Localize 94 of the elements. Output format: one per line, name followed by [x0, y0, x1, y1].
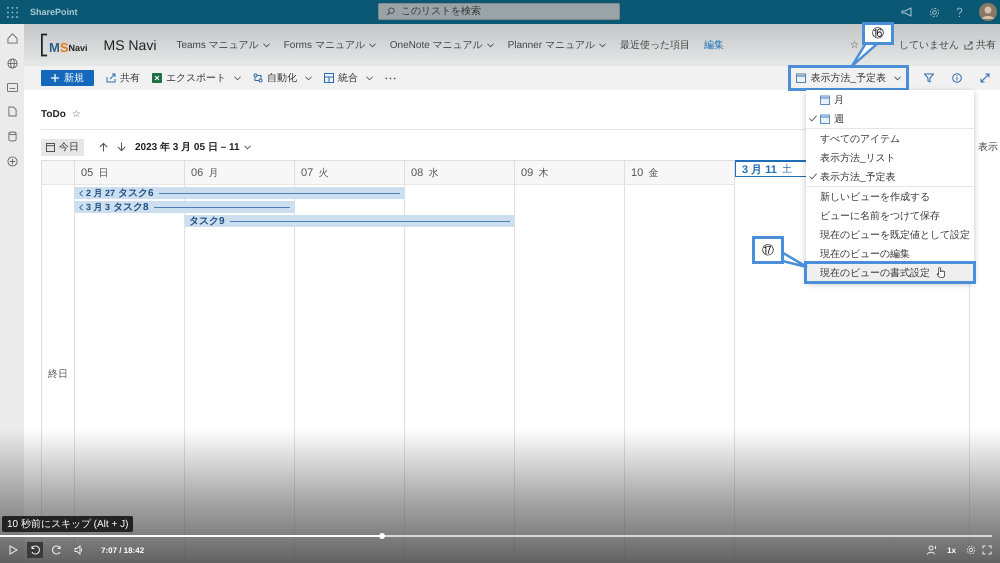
- site-logo[interactable]: MSNavi: [41, 33, 88, 57]
- settings-icon[interactable]: [929, 6, 940, 18]
- command-button[interactable]: エクスポート: [152, 71, 241, 85]
- nav-menu[interactable]: Forms マニュアル: [284, 38, 376, 52]
- expand-icon[interactable]: [980, 73, 990, 83]
- menu-item[interactable]: 現在のビューの書式設定: [806, 263, 974, 282]
- app-name[interactable]: SharePoint: [30, 7, 78, 17]
- menu-item[interactable]: 現在のビューの編集: [806, 244, 974, 263]
- day-header: 08 水: [405, 160, 515, 185]
- plus-icon: [51, 74, 59, 82]
- menu-item[interactable]: 新しいビューを作成する: [806, 187, 974, 206]
- nav-menu[interactable]: OneNote マニュアル: [390, 38, 494, 52]
- day-header: 07 火: [295, 160, 405, 185]
- calendar-icon: [820, 94, 830, 104]
- check-icon: [809, 115, 817, 122]
- caret-icon: [305, 76, 312, 80]
- favorite-star[interactable]: ☆: [72, 109, 81, 120]
- caret-icon: [368, 42, 376, 48]
- day-header: 06 月: [185, 160, 295, 185]
- check-icon: [809, 173, 817, 180]
- calendar-icon: [46, 142, 55, 152]
- flow-icon: [253, 73, 263, 83]
- day-header: 05 日: [75, 160, 185, 185]
- share-icon: [964, 40, 973, 50]
- megaphone-icon[interactable]: [901, 7, 913, 17]
- callout-bubble: ⑰: [752, 236, 784, 264]
- hand-cursor-icon: [936, 267, 945, 278]
- tooltip: 10 秒前にスキップ (Alt + J): [2, 516, 134, 532]
- event-bar[interactable]: 3 月 3 タスク8: [76, 201, 293, 213]
- caret-icon: [894, 76, 901, 80]
- caret-icon: [244, 144, 251, 150]
- speed-button[interactable]: 1x: [947, 546, 956, 554]
- day-header: 09 木: [515, 160, 625, 185]
- calendar-icon: [796, 73, 806, 83]
- today-button[interactable]: 今日: [41, 138, 84, 156]
- share-icon: [106, 73, 116, 83]
- up-arrow-icon[interactable]: [99, 142, 108, 152]
- database-icon[interactable]: [8, 131, 16, 142]
- fullscreen-icon[interactable]: [982, 545, 992, 555]
- share-button[interactable]: 共有: [964, 38, 996, 52]
- menu-item[interactable]: 月: [806, 90, 974, 109]
- news-icon[interactable]: [6, 83, 18, 92]
- command-button[interactable]: 統合: [324, 71, 373, 85]
- volume-icon: [74, 545, 84, 555]
- globe-icon[interactable]: [6, 58, 18, 69]
- add-icon[interactable]: [6, 156, 18, 167]
- follow-status[interactable]: していません: [899, 38, 959, 52]
- all-day-label: 終日: [48, 368, 68, 381]
- day-header: 10 金: [625, 160, 735, 185]
- layout-icon: [324, 73, 334, 83]
- menu-item[interactable]: ビューに名前をつけて保存: [806, 206, 974, 225]
- home-icon[interactable]: [6, 33, 18, 44]
- search-icon: [386, 7, 395, 16]
- info-icon[interactable]: [952, 73, 962, 83]
- caret-icon: [598, 42, 606, 48]
- list-title: ToDo: [41, 109, 66, 120]
- command-button[interactable]: 自動化: [253, 71, 312, 85]
- nav-menu[interactable]: Planner マニュアル: [508, 38, 606, 52]
- event-bar[interactable]: タスク9: [186, 215, 513, 227]
- caret-icon: [486, 42, 494, 48]
- command-button[interactable]: 共有: [106, 71, 140, 85]
- nav-link[interactable]: 最近使った項目: [620, 38, 690, 52]
- display-option[interactable]: 表示: [978, 140, 998, 154]
- caret-icon: [234, 76, 241, 80]
- callout-bubble: ⑯: [862, 22, 894, 45]
- document-icon[interactable]: [8, 106, 16, 117]
- app-launcher-icon[interactable]: [7, 6, 18, 18]
- person-icon[interactable]: [927, 545, 938, 555]
- view-selector[interactable]: 表示方法_予定表: [791, 68, 906, 88]
- play-icon: [8, 545, 18, 555]
- rewind-icon: [30, 545, 40, 555]
- playback-time: 7:07 / 18:42: [101, 546, 144, 554]
- more-icon[interactable]: [385, 76, 396, 80]
- new-button[interactable]: 新規: [41, 70, 94, 86]
- menu-item[interactable]: すべてのアイテム: [806, 129, 974, 148]
- caret-icon: [366, 76, 373, 80]
- edit-link[interactable]: 編集: [704, 38, 724, 52]
- caret-icon: [262, 42, 270, 48]
- nav-menu[interactable]: Teams マニュアル: [176, 38, 270, 52]
- search-field[interactable]: このリストを検索: [378, 3, 620, 20]
- down-arrow-icon[interactable]: [117, 142, 126, 152]
- filter-icon[interactable]: [924, 73, 934, 83]
- avatar-icon[interactable]: [979, 3, 997, 21]
- calendar-icon: [820, 114, 830, 124]
- skip-back-button[interactable]: [27, 542, 43, 558]
- date-range-picker[interactable]: 2023 年 3 月 05 日 – 11: [135, 140, 251, 154]
- event-bar[interactable]: 2 月 27 タスク6: [76, 187, 403, 199]
- forward-icon: [52, 545, 62, 555]
- help-icon[interactable]: [956, 6, 963, 18]
- menu-item[interactable]: 週: [806, 109, 974, 128]
- follow-star[interactable]: ☆: [850, 40, 859, 50]
- menu-item[interactable]: 現在のビューを既定値として設定: [806, 225, 974, 244]
- site-title[interactable]: MS Navi: [104, 37, 156, 53]
- spreadsheet-icon: [152, 73, 162, 83]
